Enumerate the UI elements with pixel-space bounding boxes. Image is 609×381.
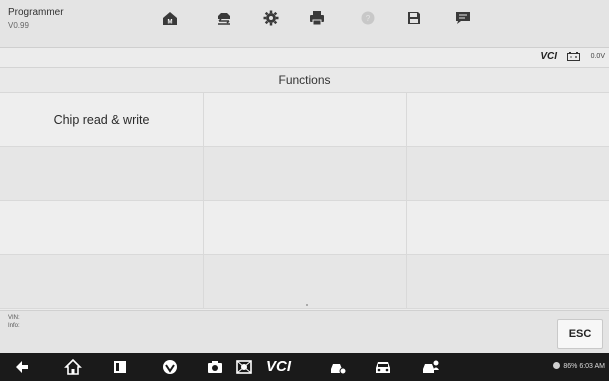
vci-nav-label[interactable]: VCI bbox=[266, 358, 291, 375]
svg-text:?: ? bbox=[366, 14, 371, 23]
printer-icon bbox=[310, 11, 324, 26]
browser-icon bbox=[163, 360, 177, 374]
top-toolbar: Programmer V0.99 M ? bbox=[0, 0, 609, 48]
screenshot-button[interactable] bbox=[234, 358, 254, 376]
system-status-text: 86% 6:03 AM bbox=[563, 363, 605, 370]
system-nav-bar: VCI 86% 6:03 AM bbox=[0, 353, 609, 381]
function-cell bbox=[0, 255, 204, 309]
svg-text:M: M bbox=[168, 20, 173, 26]
camera-icon bbox=[208, 361, 222, 373]
function-cell bbox=[407, 147, 609, 201]
car-icon bbox=[376, 362, 390, 373]
vci-status-label: VCI bbox=[540, 51, 557, 62]
app-title: Programmer bbox=[8, 7, 64, 18]
scroll-indicator bbox=[306, 304, 308, 306]
message-button[interactable] bbox=[445, 5, 481, 31]
function-cell bbox=[0, 201, 204, 255]
functions-header: Functions bbox=[0, 68, 609, 93]
status-bar: VCI 0.0V bbox=[0, 48, 609, 68]
system-status: 86% 6:03 AM bbox=[553, 362, 605, 370]
recent-apps-button[interactable] bbox=[110, 358, 130, 376]
save-button[interactable] bbox=[396, 5, 432, 31]
house-icon bbox=[64, 358, 82, 375]
home-icon: M bbox=[163, 12, 177, 26]
screenshot-icon bbox=[236, 360, 252, 374]
vehicle-swap-icon bbox=[218, 13, 230, 25]
function-cell bbox=[407, 255, 609, 309]
voltage-readout: 0.0V bbox=[590, 53, 605, 60]
settings-button[interactable] bbox=[253, 5, 289, 31]
recent-apps-icon bbox=[114, 361, 126, 373]
function-cell bbox=[407, 93, 609, 147]
vehicle-manager-button[interactable] bbox=[328, 358, 348, 376]
browser-button[interactable] bbox=[160, 358, 180, 376]
gear-icon bbox=[263, 10, 279, 26]
esc-button[interactable]: ESC bbox=[557, 319, 603, 349]
notification-icon bbox=[553, 362, 561, 369]
home-nav-button[interactable] bbox=[63, 358, 83, 376]
chat-icon bbox=[456, 12, 470, 24]
car-gear-icon bbox=[331, 364, 347, 375]
back-button[interactable] bbox=[12, 358, 32, 376]
function-cell-chip-read-write[interactable]: Chip read & write bbox=[0, 93, 204, 147]
function-cell bbox=[204, 255, 407, 309]
function-cell bbox=[0, 147, 204, 201]
function-cell bbox=[204, 201, 407, 255]
function-cell bbox=[204, 147, 407, 201]
back-arrow-icon bbox=[16, 361, 28, 373]
app-version: V0.99 bbox=[8, 21, 29, 30]
function-cell bbox=[407, 201, 609, 255]
battery-icon bbox=[567, 52, 580, 61]
car-person-icon bbox=[423, 360, 439, 373]
save-icon bbox=[408, 12, 420, 24]
remote-expert-button[interactable] bbox=[421, 358, 441, 376]
vehicle-button[interactable] bbox=[373, 358, 393, 376]
vin-label: VIN: bbox=[8, 315, 20, 321]
help-icon: ? bbox=[361, 11, 375, 25]
info-label: Info: bbox=[8, 323, 20, 329]
vehicle-swap-button[interactable] bbox=[206, 5, 242, 31]
function-cell bbox=[204, 93, 407, 147]
print-button[interactable] bbox=[299, 5, 335, 31]
info-footer: VIN: Info: ESC bbox=[0, 310, 609, 353]
help-button[interactable]: ? bbox=[350, 5, 386, 31]
functions-grid: Chip read & write bbox=[0, 93, 609, 309]
home-button[interactable]: M bbox=[152, 5, 188, 31]
camera-button[interactable] bbox=[205, 358, 225, 376]
